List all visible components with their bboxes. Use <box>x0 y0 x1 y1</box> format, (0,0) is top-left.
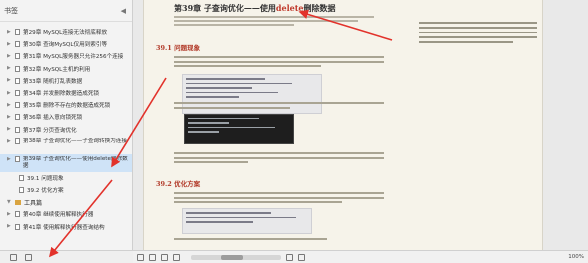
sidebar-section[interactable]: ▼ 工具篇 <box>0 196 132 208</box>
bookmark-label: 第33章 随机打乱表数据 <box>23 78 83 85</box>
expand-caret-icon[interactable]: ▶ <box>7 54 15 59</box>
bookmark-label: 第40章 继续使用解释执行器 <box>23 212 94 219</box>
bookmark-page-icon <box>19 174 24 181</box>
thumbnail-view-icon[interactable] <box>10 253 17 261</box>
bookmark-page-icon <box>15 223 20 230</box>
scroll-thumb[interactable] <box>221 254 243 260</box>
collapse-icon[interactable]: ◀ <box>121 7 126 15</box>
bookmark-page-icon <box>15 102 20 109</box>
sidebar-bookmark-item[interactable]: ▶ 第39章 子查询优化——使用delete删除数据 <box>0 153 132 172</box>
status-bar: 100% <box>133 250 588 263</box>
bookmark-page-icon <box>15 90 20 97</box>
sidebar-bookmark-item[interactable]: ▶ 第34章 并发删除数据造成死锁 <box>0 87 132 99</box>
zoom-level[interactable]: 100% <box>568 254 584 260</box>
paragraph <box>174 152 384 166</box>
expand-caret-icon[interactable]: ▶ <box>7 66 15 71</box>
bookmark-page-icon <box>19 186 24 193</box>
pdf-reader-window: 书签 ◀ ▶ 第29章 MySQL连接无法彻底释放 ▶ 第30章 查询MySQL仅用到… <box>0 0 588 263</box>
bookmark-label: 第32章 MySQL主机的利用 <box>23 66 91 73</box>
rotate-icon[interactable] <box>298 253 305 261</box>
chapter-title-highlight: delete <box>275 3 304 13</box>
bookmark-list: ▶ 第29章 MySQL连接无法彻底释放 ▶ 第30章 查询MySQL仅用到索引等 ▶ 第… <box>0 22 132 233</box>
bookmark-page-icon <box>15 137 20 144</box>
sidebar-bookmark-item[interactable]: ▶ 第37章 分页查询优化 <box>0 124 132 136</box>
paragraph <box>174 102 384 111</box>
bookmark-page-icon <box>14 155 20 162</box>
chapter-title-suffix: 删除数据 <box>303 3 336 13</box>
bookmark-label: 第37章 分页查询优化 <box>23 127 77 134</box>
bookmark-label: 第31章 MySQL服务器只允许256个连接 <box>23 54 124 61</box>
expand-caret-icon[interactable]: ▶ <box>7 127 15 132</box>
bookmark-view-icon[interactable] <box>25 253 32 261</box>
bookmark-label: 第36章 插入意向锁死锁 <box>23 115 83 122</box>
chapter-intro <box>174 16 374 28</box>
first-page-icon[interactable] <box>137 253 144 261</box>
bookmark-label: 39.1 问题现象 <box>27 175 64 182</box>
sidebar-footer <box>0 250 133 263</box>
expand-caret-icon[interactable]: ▶ <box>7 115 15 120</box>
expand-caret-icon[interactable]: ▶ <box>7 212 15 217</box>
expand-caret-icon[interactable]: ▶ <box>7 30 15 35</box>
expand-caret-icon[interactable]: ▶ <box>7 78 15 83</box>
bookmark-label: 第34章 并发删除数据造成死锁 <box>23 91 100 98</box>
code-block <box>182 208 312 234</box>
bookmark-label: 第35章 删除不存在的数据造成死锁 <box>23 103 111 110</box>
sidebar-bookmark-item[interactable]: ▶ 第41章 使用解释执行器查询结构 <box>0 220 132 232</box>
bookmark-label: 工具篇 <box>24 199 43 207</box>
sidebar-bookmark-item[interactable]: ▶ 第30章 查询MySQL仅用到索引等 <box>0 38 132 50</box>
bookmark-label: 第38章 子查询优化——子查询转换为连接 <box>23 137 127 144</box>
sidebar-bookmark-item[interactable]: 39.1 问题现象 <box>0 172 132 184</box>
sidebar-title: 书签 <box>4 6 18 15</box>
chapter-title-prefix: 第39章 子查询优化——使用 <box>174 3 276 13</box>
expand-caret-icon[interactable]: ▶ <box>7 156 15 163</box>
expand-caret-icon[interactable]: ▶ <box>7 103 15 108</box>
terminal-screenshot <box>184 114 294 144</box>
bookmark-label: 第41章 使用解释执行器查询结构 <box>23 224 105 231</box>
sidebar-bookmark-item[interactable]: ▶ 第32章 MySQL主机的利用 <box>0 63 132 75</box>
bookmark-page-icon <box>15 77 20 84</box>
sidebar-bookmark-item[interactable]: ▶ 第31章 MySQL服务器只允许256个连接 <box>0 50 132 62</box>
expand-caret-icon[interactable]: ▶ <box>7 42 15 47</box>
sidebar-header: 书签 ◀ <box>0 0 132 22</box>
sidebar-bookmark-item[interactable]: ▶ 第40章 继续使用解释执行器 <box>0 208 132 220</box>
folder-icon <box>15 199 21 205</box>
sidebar-bookmark-item[interactable]: ▶ 第38章 子查询优化——子查询转换为连接 <box>0 136 132 154</box>
bookmarks-sidebar: 书签 ◀ ▶ 第29章 MySQL连接无法彻底释放 ▶ 第30章 查询MySQL仅用到… <box>0 0 133 263</box>
annotation-note <box>419 22 537 46</box>
bookmark-page-icon <box>15 126 20 133</box>
collapse-caret-icon[interactable]: ▼ <box>7 200 15 205</box>
sidebar-bookmark-item[interactable]: ▶ 第33章 随机打乱表数据 <box>0 75 132 87</box>
bookmark-label: 第30章 查询MySQL仅用到索引等 <box>23 42 108 49</box>
sidebar-bookmark-item[interactable]: ▶ 第29章 MySQL连接无法彻底释放 <box>0 26 132 38</box>
expand-caret-icon[interactable]: ▶ <box>7 91 15 96</box>
section-heading-2: 39.2 优化方案 <box>156 180 201 188</box>
bookmark-page-icon <box>15 41 20 48</box>
paragraph <box>174 56 384 70</box>
next-page-icon[interactable] <box>161 253 168 261</box>
bookmark-page-icon <box>15 29 20 36</box>
bookmark-page-icon <box>15 114 20 121</box>
bookmark-page-icon <box>15 53 20 60</box>
horizontal-scrollbar[interactable] <box>191 254 281 260</box>
expand-caret-icon[interactable]: ▶ <box>7 224 15 229</box>
fit-page-icon[interactable] <box>286 253 293 261</box>
bookmark-label: 第39章 子查询优化——使用delete删除数据 <box>22 155 128 169</box>
prev-page-icon[interactable] <box>149 253 156 261</box>
paragraph <box>174 192 384 206</box>
bookmark-page-icon <box>15 65 20 72</box>
sidebar-bookmark-item[interactable]: 39.2 优化方案 <box>0 184 132 196</box>
document-page: 第39章 子查询优化——使用delete删除数据 39.1 问题现象 39.2 … <box>143 0 543 250</box>
bookmark-page-icon <box>15 211 20 218</box>
bookmark-label: 第29章 MySQL连接无法彻底释放 <box>23 30 108 37</box>
document-viewport[interactable]: 第39章 子查询优化——使用delete删除数据 39.1 问题现象 39.2 … <box>133 0 588 250</box>
expand-caret-icon[interactable]: ▶ <box>7 138 15 145</box>
bookmark-label: 39.2 优化方案 <box>27 187 64 194</box>
sidebar-bookmark-item[interactable]: ▶ 第35章 删除不存在的数据造成死锁 <box>0 99 132 111</box>
last-page-icon[interactable] <box>173 253 180 261</box>
paragraph <box>174 238 354 243</box>
chapter-title: 第39章 子查询优化——使用delete删除数据 <box>174 3 336 14</box>
section-heading-1: 39.1 问题现象 <box>156 44 201 52</box>
sidebar-bookmark-item[interactable]: ▶ 第36章 插入意向锁死锁 <box>0 111 132 123</box>
